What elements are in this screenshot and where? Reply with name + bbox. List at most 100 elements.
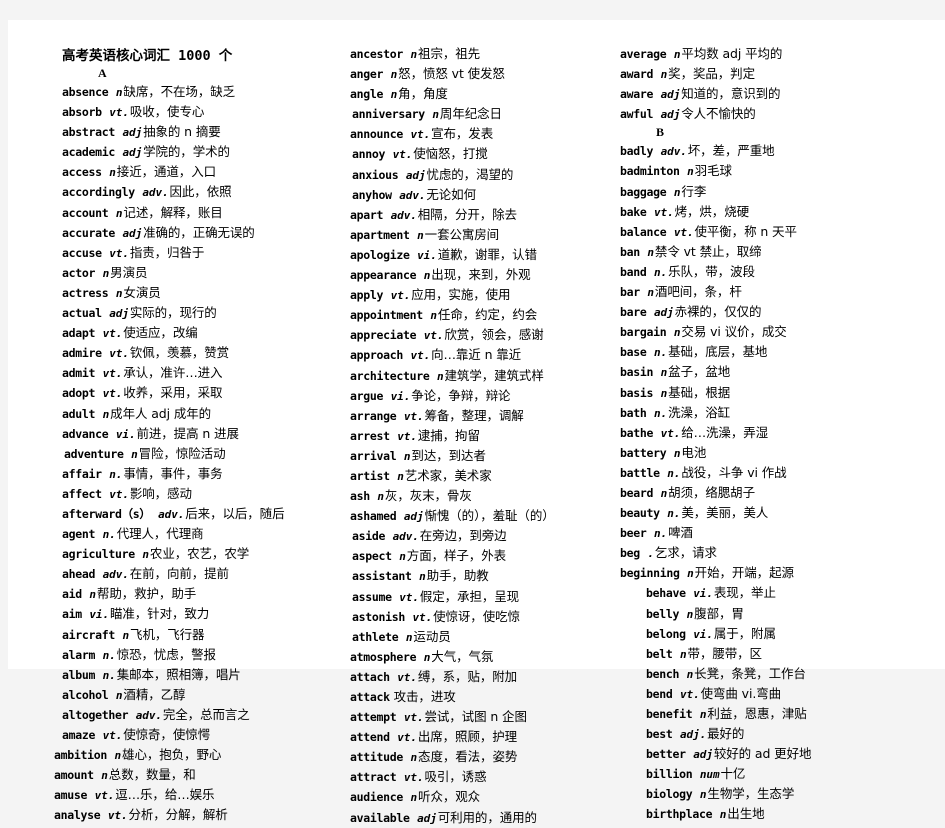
entry-part-of-speech: n <box>417 650 431 664</box>
entry-definition: 影响，感动 <box>129 485 192 501</box>
vocabulary-entry: aircraft n飞机，飞行器 <box>62 625 308 645</box>
vocabulary-entry: artist n艺术家，美术家 <box>350 466 608 486</box>
entry-headword: affect <box>62 486 102 501</box>
entry-definition: 惭愧（的），羞耻（的） <box>424 508 555 524</box>
vocabulary-entry: accordingly adv.因此，依照 <box>62 182 308 202</box>
vocabulary-entry: attitude n态度，看法，姿势 <box>350 747 608 767</box>
vocabulary-entry: athlete n运动员 <box>350 627 608 647</box>
entry-definition: 灰，灰末，骨灰 <box>384 488 472 504</box>
vocabulary-entry: argue vi.争论，争辩，辩论 <box>350 386 608 406</box>
entry-headword: atmosphere <box>350 649 417 664</box>
entry-headword: agriculture <box>62 547 135 562</box>
vocabulary-entry: absorb vt.吸收，使专心 <box>62 102 308 122</box>
entry-part-of-speech: n <box>399 630 413 644</box>
entry-part-of-speech: adv. <box>386 530 419 544</box>
vocabulary-entry: album n.集邮本，照相簿，唱片 <box>62 665 308 685</box>
entry-headword: agent <box>62 527 96 542</box>
entry-headword: amuse <box>54 788 88 803</box>
entry-part-of-speech: n <box>673 647 687 661</box>
entry-headword: arrange <box>350 408 397 423</box>
entry-part-of-speech: vt. <box>102 246 129 260</box>
entry-headword: aid <box>62 587 82 602</box>
entry-headword: attend <box>350 730 390 745</box>
entry-definition: 男演员 <box>110 264 148 280</box>
vocabulary-entry: bar n酒吧间，条，杆 <box>620 282 938 302</box>
entry-definition: 雄心，抱负，野心 <box>122 747 222 763</box>
entry-headword: award <box>620 67 654 82</box>
entry-definition: 一套公寓房间 <box>424 226 500 242</box>
entry-definition: 在前，向前，提前 <box>129 566 229 582</box>
entry-definition: 出生地 <box>727 806 765 822</box>
entry-headword: base <box>620 345 647 360</box>
entry-part-of-speech: vt. <box>384 289 411 303</box>
entry-headword: assistant <box>352 569 412 584</box>
entry-part-of-speech: vt. <box>96 729 123 742</box>
entry-part-of-speech: n <box>116 628 130 642</box>
vocabulary-entry: attract vt.吸引，诱惑 <box>350 767 608 787</box>
entry-part-of-speech: n <box>640 286 654 300</box>
document-page: 高考英语核心词汇 1000 个 A absence n缺席，不在场，缺乏 abso… <box>8 20 945 825</box>
vocabulary-entry: amaze vt.使惊奇，使惊愕 <box>62 725 308 745</box>
vocabulary-entry: birthplace n出生地 <box>620 804 938 824</box>
entry-headword: beer <box>620 526 647 541</box>
vocabulary-entry: atmosphere n大气，气氛 <box>350 647 608 667</box>
entry-part-of-speech: n <box>404 791 418 805</box>
entry-part-of-speech: n <box>667 326 681 340</box>
entry-definition: 方面，样子，外表 <box>406 548 506 564</box>
entry-headword: beauty <box>620 506 660 521</box>
entry-headword: arrest <box>350 428 390 443</box>
entry-part-of-speech: adv. <box>654 145 687 159</box>
vocabulary-entry: appearance n出现，来到，外观 <box>350 265 608 285</box>
entry-part-of-speech: n <box>680 165 694 179</box>
vocabulary-entry: attack 攻击，进攻 <box>350 687 608 707</box>
entry-headword: adopt <box>62 386 96 401</box>
entry-definition: 禁令 vt 禁止，取缔 <box>654 243 762 259</box>
entry-definition: 宣布，发表 <box>431 126 494 142</box>
vocabulary-entry: battery n电池 <box>620 443 938 463</box>
entry-part-of-speech: n <box>96 266 110 280</box>
vocabulary-entry: actress n女演员 <box>62 283 308 303</box>
vocabulary-entry: base n.基础，底层，基地 <box>620 342 938 362</box>
entry-definition: 帮助，救护，助手 <box>96 586 197 602</box>
entry-headword: bend <box>646 686 673 701</box>
entry-definition: 可利用的，通用的 <box>437 809 537 825</box>
entry-part-of-speech: adv. <box>384 208 417 222</box>
entry-definition: 开始，开端，起源 <box>694 565 794 581</box>
entry-part-of-speech: n <box>667 185 681 199</box>
entry-headword: attach <box>350 669 390 684</box>
entry-definition: 任命，约定，约会 <box>437 307 538 323</box>
vocabulary-entry: balance vt.使平衡，称 n 天平 <box>620 222 938 242</box>
entry-definition: 攻击，进攻 <box>389 689 456 704</box>
entry-headword: band <box>620 264 647 279</box>
entry-headword: actual <box>62 306 102 321</box>
vocabulary-entry: access n接近，通道，入口 <box>62 162 308 182</box>
entry-headword: battery <box>620 445 667 460</box>
vocabulary-entry: admit vt.承认，准许…进入 <box>62 363 308 383</box>
entry-part-of-speech: n <box>96 407 110 421</box>
entry-part-of-speech: vt. <box>102 487 129 501</box>
entry-part-of-speech: n. <box>647 406 668 420</box>
entry-definition: 完全，总而言之 <box>162 706 250 722</box>
entry-part-of-speech: n <box>370 490 384 504</box>
entry-headword: absorb <box>62 105 102 120</box>
entry-part-of-speech: n. <box>647 265 668 279</box>
entry-headword: alcohol <box>62 687 109 702</box>
entry-definition: 使平衡，称 n 天平 <box>694 223 797 239</box>
vocabulary-entry: alcohol n酒精，乙醇 <box>62 685 308 705</box>
entry-part-of-speech: n <box>713 808 727 822</box>
entry-definition: 向…靠近 n 靠近 <box>431 347 522 363</box>
vocabulary-entry: arrest vt.逮捕，拘留 <box>350 426 608 446</box>
entry-headword: badminton <box>620 164 680 179</box>
entry-part-of-speech: n <box>392 550 406 564</box>
vocabulary-entry: beauty n.美，美丽，美人 <box>620 503 938 523</box>
entry-part-of-speech: n <box>82 588 96 602</box>
vocabulary-entry: beg .乞求，请求 <box>620 543 938 563</box>
entry-definition: 忧虑的，渴望的 <box>426 166 514 182</box>
entry-part-of-speech: n. <box>660 507 681 521</box>
entry-headword: accuse <box>62 245 102 260</box>
entry-headword: ancestor <box>350 47 403 61</box>
entry-part-of-speech: n <box>423 309 437 323</box>
vocabulary-entry: bench n长凳，条凳，工作台 <box>620 664 938 684</box>
entry-part-of-speech: n <box>124 447 138 461</box>
vocabulary-entry: adopt vt.收养，采用，采取 <box>62 383 308 403</box>
